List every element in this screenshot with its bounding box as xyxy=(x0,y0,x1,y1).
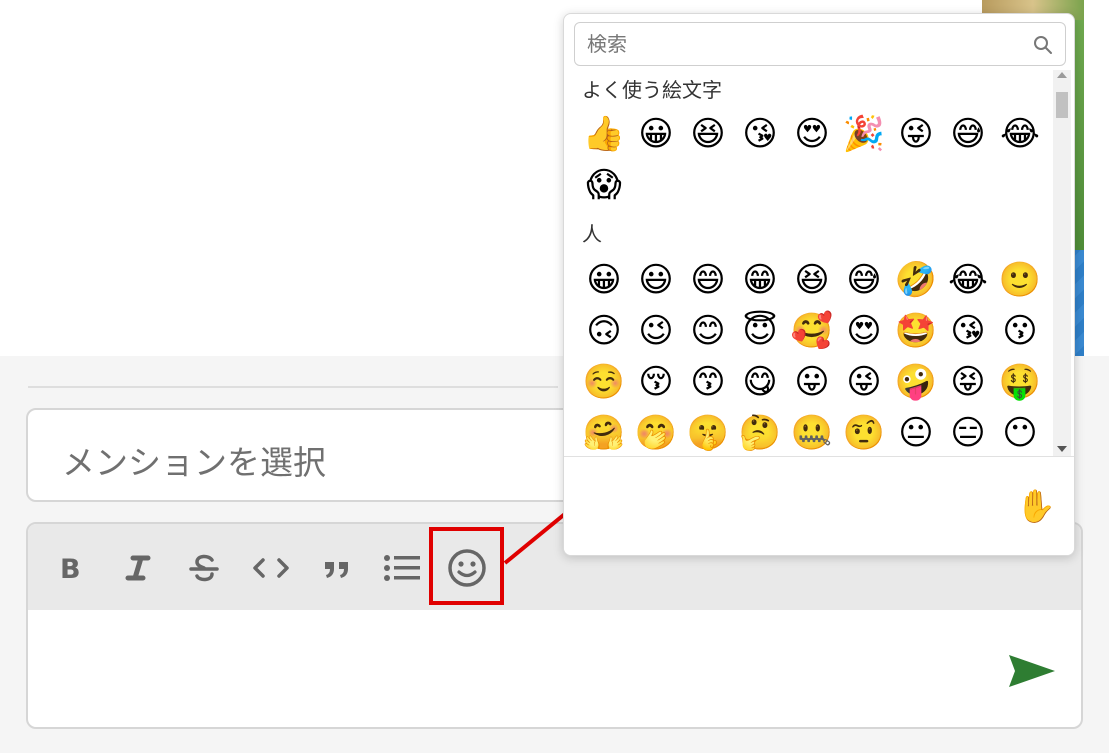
emoji-item[interactable]: 😂 xyxy=(942,254,994,305)
scroll-up-arrow[interactable] xyxy=(1057,72,1067,78)
emoji-picker: よく使う絵文字 👍😀😆😘😍🎉😜😅😂😱 人 😀😃😄😁😆😅🤣😂🙂🙃😉😊😇🥰😍🤩😘😗☺… xyxy=(563,13,1075,556)
emoji-item[interactable]: 😇 xyxy=(734,305,786,356)
bold-button[interactable]: B xyxy=(50,546,90,590)
emoji-scrollbar[interactable] xyxy=(1053,70,1071,456)
emoji-item[interactable]: 👍 xyxy=(578,108,630,159)
emoji-grid-frequent: 👍 😀 😆 😘 😍 🎉 😜 😅 😂 😱 xyxy=(578,108,1046,210)
emoji-item[interactable]: 😜 xyxy=(838,356,890,407)
quote-button[interactable] xyxy=(316,546,358,590)
scroll-down-arrow[interactable] xyxy=(1057,446,1067,452)
emoji-item[interactable]: 😃 xyxy=(630,254,682,305)
emoji-item[interactable]: 😍 xyxy=(786,108,838,159)
emoji-item[interactable]: 😝 xyxy=(942,356,994,407)
emoji-item[interactable]: 😛 xyxy=(786,356,838,407)
emoji-item[interactable]: 😘 xyxy=(734,108,786,159)
emoji-item[interactable]: 🤗 xyxy=(578,407,630,456)
emoji-search-input[interactable] xyxy=(587,29,1007,59)
bold-icon: B xyxy=(60,554,81,583)
search-icon[interactable] xyxy=(1033,35,1053,55)
emoji-item[interactable]: 🙃 xyxy=(578,305,630,356)
emoji-item[interactable]: 😀 xyxy=(630,108,682,159)
emoji-item[interactable]: 🤣 xyxy=(890,254,942,305)
emoji-item[interactable]: 😙 xyxy=(682,356,734,407)
section-title-frequent: よく使う絵文字 xyxy=(582,78,722,102)
strikethrough-icon xyxy=(189,554,219,582)
scroll-thumb[interactable] xyxy=(1056,92,1068,118)
mention-placeholder: メンションを選択 xyxy=(62,443,326,482)
emoji-item[interactable]: 😁 xyxy=(734,254,786,305)
emoji-item[interactable]: 😐 xyxy=(890,407,942,456)
quote-icon xyxy=(325,562,348,578)
emoji-item[interactable]: 🤩 xyxy=(890,305,942,356)
send-button[interactable] xyxy=(1007,651,1057,691)
strikethrough-button[interactable] xyxy=(183,546,225,590)
send-icon xyxy=(1009,655,1055,687)
emoji-item[interactable]: 😱 xyxy=(578,159,630,210)
emoji-preview-area: ✋ xyxy=(564,456,1074,555)
emoji-item[interactable]: 🤭 xyxy=(630,407,682,456)
emoji-item[interactable]: 🤫 xyxy=(682,407,734,456)
emoji-item[interactable]: 😶 xyxy=(994,407,1046,456)
emoji-item[interactable]: 🤪 xyxy=(890,356,942,407)
emoji-item[interactable]: 😗 xyxy=(994,305,1046,356)
emoji-item[interactable]: 🤨 xyxy=(838,407,890,456)
emoji-item[interactable]: 🙂 xyxy=(994,254,1046,305)
emoji-item[interactable]: 😜 xyxy=(890,108,942,159)
emoji-item[interactable]: 🎉 xyxy=(838,108,890,159)
emoji-item[interactable]: ☺️ xyxy=(578,356,630,407)
emoji-item[interactable]: 😚 xyxy=(630,356,682,407)
emoji-item[interactable]: 🤐 xyxy=(786,407,838,456)
mention-select[interactable]: メンションを選択 xyxy=(26,408,586,502)
emoji-item[interactable]: 😂 xyxy=(994,108,1046,159)
emoji-list: よく使う絵文字 👍 😀 😆 😘 😍 🎉 😜 😅 😂 😱 人 😀 😃 😄 😁 😆 😅 🤣 😂 🙂 🙃 😉 😊 😇 🥰 😍 🤩 😘 😗 ☺… xyxy=(564,70,1074,456)
emoji-item[interactable]: 🤑 xyxy=(994,356,1046,407)
emoji-item[interactable]: 😀 xyxy=(578,254,630,305)
emoji-search-box[interactable] xyxy=(574,22,1066,66)
emoji-grid-people: 😀 😃 😄 😁 😆 😅 🤣 😂 🙂 🙃 😉 😊 😇 🥰 😍 🤩 😘 😗 ☺️ 😚 😙 😋 😛 😜 🤪 😝 🤑 🤗 🤭 🤫 🤔 🤐 🤨 😐 😑 😶 xyxy=(578,254,1046,456)
code-icon xyxy=(253,558,289,578)
emoji-item[interactable]: 😄 xyxy=(682,254,734,305)
emoji-button-highlight xyxy=(429,527,504,605)
list-button[interactable] xyxy=(380,546,424,590)
emoji-item[interactable]: 🥰 xyxy=(786,305,838,356)
svg-text:B: B xyxy=(60,554,81,583)
screen: メンションを選択 B 検索 よく使う絵文字 👍 😀 😆 😘 😍 🎉 😜 😅 😂 … xyxy=(0,0,1109,753)
emoji-item[interactable]: 😑 xyxy=(942,407,994,456)
emoji-item[interactable]: 😘 xyxy=(942,305,994,356)
emoji-item[interactable]: 😊 xyxy=(682,305,734,356)
emoji-item[interactable]: 😅 xyxy=(942,108,994,159)
section-title-people: 人 xyxy=(582,222,602,246)
italic-button[interactable] xyxy=(118,546,158,590)
divider xyxy=(28,386,558,388)
emoji-item[interactable]: 😆 xyxy=(682,108,734,159)
emoji-item[interactable]: 😅 xyxy=(838,254,890,305)
italic-icon xyxy=(125,555,151,581)
code-button[interactable] xyxy=(248,546,294,590)
emoji-item[interactable]: 😋 xyxy=(734,356,786,407)
emoji-item[interactable]: 🤔 xyxy=(734,407,786,456)
emoji-item[interactable]: 😉 xyxy=(630,305,682,356)
list-icon xyxy=(384,555,420,581)
skin-tone-selector[interactable]: ✋ xyxy=(1016,487,1056,525)
emoji-item[interactable]: 😆 xyxy=(786,254,838,305)
emoji-item[interactable]: 😍 xyxy=(838,305,890,356)
